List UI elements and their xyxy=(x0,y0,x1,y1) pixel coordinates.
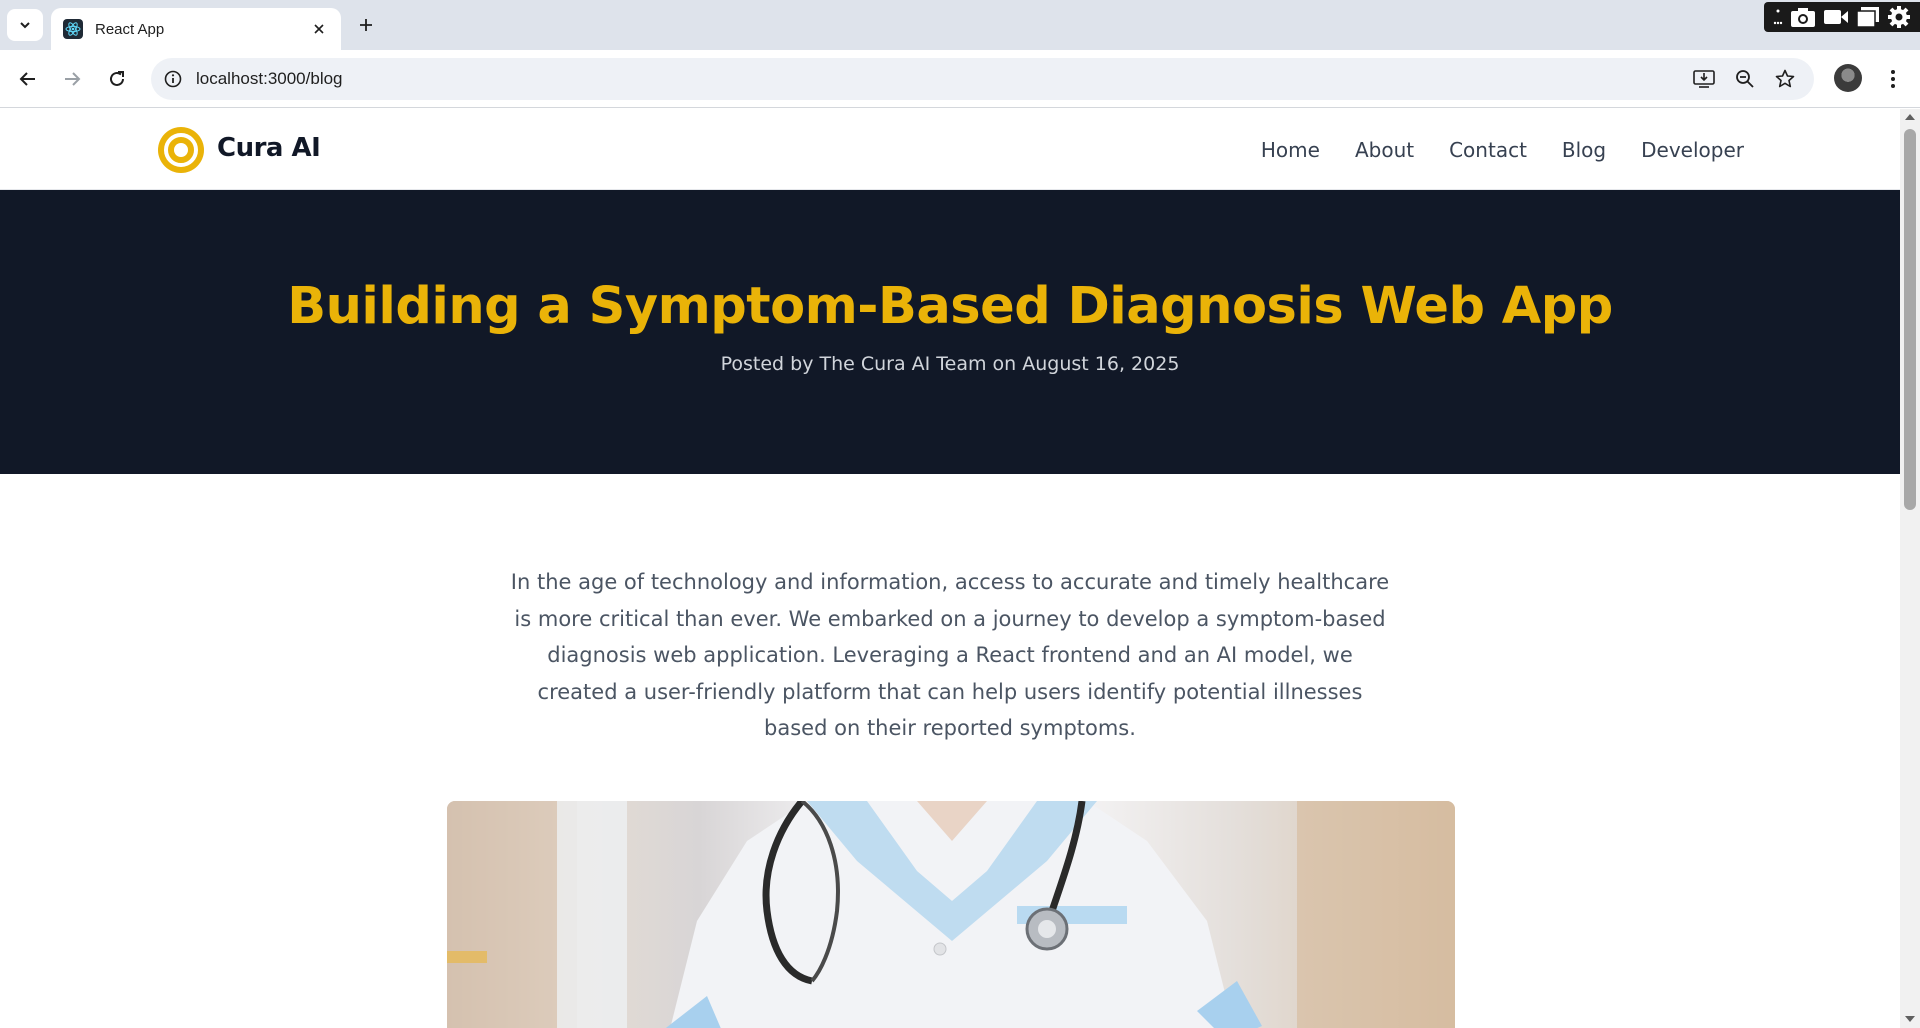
window-icon[interactable] xyxy=(1856,6,1880,28)
plus-icon xyxy=(360,19,372,31)
info-icon[interactable] xyxy=(161,67,185,91)
install-app-icon[interactable] xyxy=(1691,67,1717,91)
bookmark-star-icon[interactable] xyxy=(1772,67,1798,91)
nav-home[interactable]: Home xyxy=(1261,138,1320,162)
more-icon[interactable] xyxy=(1773,7,1783,27)
post-intro: In the age of technology and information… xyxy=(510,570,1390,740)
post-title: Building a Symptom-Based Diagnosis Web A… xyxy=(287,277,1613,336)
blog-hero: Building a Symptom-Based Diagnosis Web A… xyxy=(0,190,1900,474)
new-tab-button[interactable] xyxy=(353,12,379,38)
nav-about[interactable]: About xyxy=(1355,138,1414,162)
browser-tab-bar: React App xyxy=(0,0,1920,50)
gear-icon[interactable] xyxy=(1887,5,1911,29)
zoom-icon[interactable] xyxy=(1732,67,1758,91)
tab-search-button[interactable] xyxy=(7,9,43,41)
scroll-thumb[interactable] xyxy=(1904,129,1916,510)
doctor-illustration xyxy=(447,801,1455,1028)
nav-developer[interactable]: Developer xyxy=(1641,138,1744,162)
recording-toolbar xyxy=(1764,2,1920,32)
profile-avatar[interactable] xyxy=(1834,64,1862,92)
chevron-down-icon xyxy=(20,22,30,29)
address-bar[interactable]: localhost:3000/blog xyxy=(151,58,1814,100)
close-icon[interactable] xyxy=(309,19,329,39)
forward-button[interactable] xyxy=(56,63,88,95)
nav-contact[interactable]: Contact xyxy=(1449,138,1527,162)
doctor-photo xyxy=(447,801,1455,1028)
post-meta: Posted by The Cura AI Team on August 16,… xyxy=(720,353,1180,375)
url-text[interactable]: localhost:3000/blog xyxy=(196,69,343,89)
browser-menu-button[interactable] xyxy=(1878,63,1908,95)
browser-toolbar: localhost:3000/blog xyxy=(0,50,1920,108)
scroll-down-arrow-icon[interactable] xyxy=(1905,1016,1915,1022)
logo-icon[interactable] xyxy=(158,127,204,173)
camera-icon[interactable] xyxy=(1790,6,1816,28)
scroll-up-arrow-icon[interactable] xyxy=(1905,114,1915,120)
site-header: Cura AI Home About Contact Blog Develope… xyxy=(0,109,1900,190)
back-button[interactable] xyxy=(12,63,44,95)
reload-icon xyxy=(110,71,124,86)
arrow-right-icon xyxy=(65,72,81,86)
arrow-left-icon xyxy=(19,72,35,86)
browser-tab[interactable]: React App xyxy=(51,8,341,50)
tab-title: React App xyxy=(95,20,165,38)
video-icon[interactable] xyxy=(1823,7,1849,27)
brand-name[interactable]: Cura AI xyxy=(217,133,321,163)
main-nav: Home About Contact Blog Developer xyxy=(1226,138,1744,162)
page-scrollbar[interactable] xyxy=(1900,109,1920,1028)
kebab-menu-icon xyxy=(1891,70,1895,88)
react-icon xyxy=(63,19,83,39)
nav-blog[interactable]: Blog xyxy=(1562,138,1606,162)
reload-button[interactable] xyxy=(101,63,133,95)
page-viewport: Cura AI Home About Contact Blog Develope… xyxy=(0,109,1900,1028)
